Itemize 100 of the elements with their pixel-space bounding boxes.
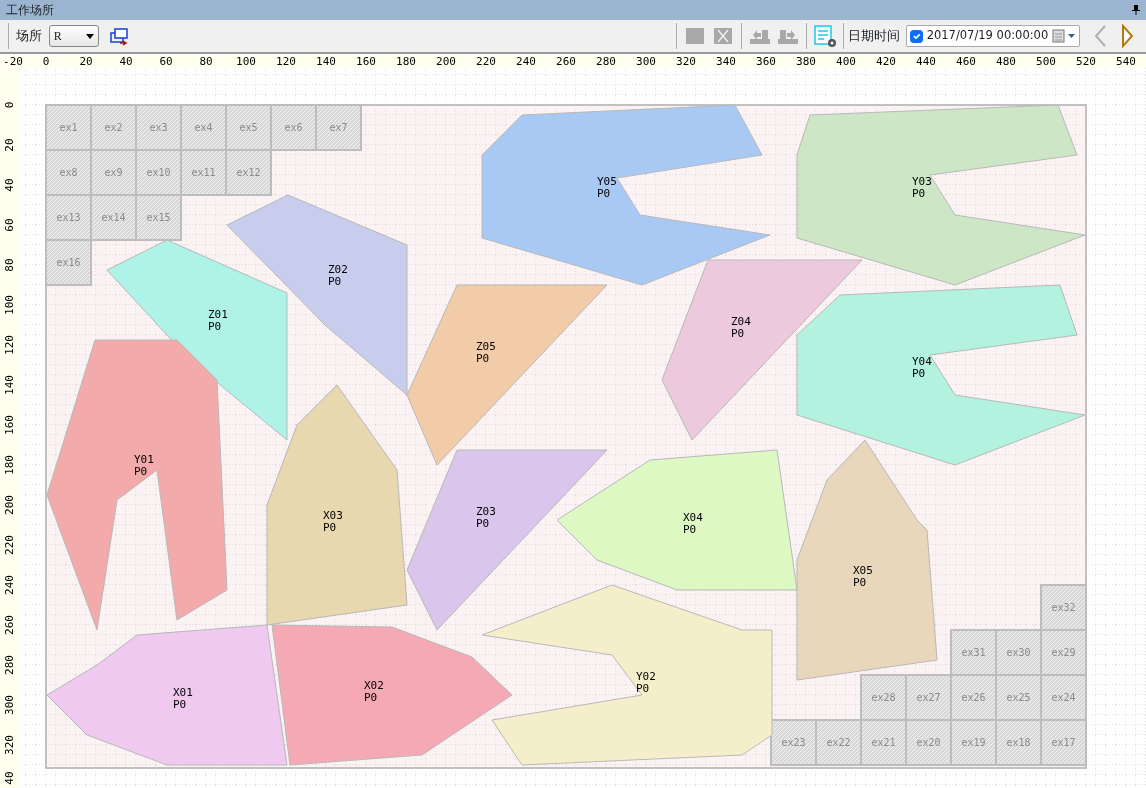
ruler-label: 40 (119, 55, 133, 68)
zone-name: X04 (683, 511, 703, 524)
slot-label: ex1 (59, 122, 78, 133)
zone-name: Z01 (208, 308, 228, 321)
slot-label: ex31 (961, 647, 986, 658)
ruler-label: 140 (316, 55, 336, 68)
zone-sub-label: P0 (173, 698, 187, 711)
zone-polygon[interactable] (556, 449, 798, 591)
slot-tile[interactable] (135, 194, 182, 241)
slot-tile[interactable] (770, 719, 817, 766)
zone-sub-label: P0 (683, 523, 697, 536)
ruler-label: 460 (956, 55, 976, 68)
zone-polygon[interactable] (481, 584, 773, 766)
document-gear-icon (812, 24, 837, 48)
slot-label: ex3 (149, 122, 168, 133)
ruler-label: 500 (1036, 55, 1056, 68)
slot-label: ex7 (329, 122, 348, 133)
ruler-label: 260 (556, 55, 576, 68)
zone-polygon[interactable] (106, 239, 288, 441)
slot-tile[interactable] (995, 674, 1042, 721)
zone-polygon[interactable] (796, 284, 1086, 466)
panel-title: 工作场所 (6, 2, 54, 19)
slot-tile[interactable] (180, 104, 227, 151)
zone-polygon[interactable] (46, 624, 288, 766)
zone-polygon[interactable] (661, 259, 863, 441)
slot-tile[interactable] (135, 104, 182, 151)
slot-tile[interactable] (860, 674, 907, 721)
slot-tile[interactable] (90, 149, 137, 196)
slot-label: ex24 (1051, 692, 1076, 703)
zone-polygon[interactable] (796, 104, 1086, 286)
ruler-label: 480 (996, 55, 1016, 68)
slot-tile[interactable] (90, 104, 137, 151)
zone-sub-label: P0 (323, 521, 337, 534)
ruler-label: 220 (476, 55, 496, 68)
slot-tile[interactable] (995, 629, 1042, 676)
slot-tile[interactable] (45, 194, 92, 241)
slot-tile[interactable] (1040, 584, 1087, 631)
zone-name: Y05 (597, 175, 617, 188)
slot-tile[interactable] (225, 104, 272, 151)
slot-tile[interactable] (45, 149, 92, 196)
slot-tile[interactable] (815, 719, 862, 766)
site-dropdown[interactable]: R (48, 25, 99, 47)
slot-tile[interactable] (1040, 719, 1087, 766)
slot-tile[interactable] (950, 629, 997, 676)
zone-name: X01 (173, 686, 193, 699)
slot-label: ex4 (194, 122, 213, 133)
slot-tile[interactable] (90, 194, 137, 241)
slot-tile[interactable] (1040, 629, 1087, 676)
zone-polygon[interactable] (271, 624, 513, 766)
ruler-label: -20 (3, 55, 23, 68)
zone-polygon[interactable] (46, 339, 228, 631)
zone-name: Z03 (476, 505, 496, 518)
slot-tile[interactable] (905, 674, 952, 721)
zone-polygon[interactable] (226, 194, 408, 396)
slot-tile[interactable] (950, 719, 997, 766)
slot-tile[interactable] (270, 104, 317, 151)
ruler-label: 100 (3, 295, 16, 315)
slot-tile[interactable] (135, 149, 182, 196)
caret-icon (85, 33, 94, 39)
slot-tile[interactable] (315, 104, 362, 151)
ruler-label: 120 (276, 55, 296, 68)
ruler-label: 440 (916, 55, 936, 68)
zone-polygon[interactable] (266, 384, 408, 626)
ruler-label: 40 (3, 178, 16, 192)
ruler-label: 140 (3, 375, 16, 395)
zone-sub-label: P0 (364, 691, 378, 704)
ruler-label: 160 (3, 415, 16, 435)
slot-tile[interactable] (995, 719, 1042, 766)
pin-icon[interactable] (1132, 5, 1140, 15)
ruler-label: 240 (3, 575, 16, 595)
slot-label: ex6 (284, 122, 303, 133)
calendar-dropdown-icon[interactable] (1051, 29, 1076, 43)
slot-tile[interactable] (225, 149, 272, 196)
slot-tile[interactable] (905, 719, 952, 766)
zone-polygon[interactable] (406, 449, 608, 631)
datetime-field[interactable]: 2017/07/19 00:00:00 (906, 25, 1080, 47)
slot-tile[interactable] (45, 104, 92, 151)
zone-polygon[interactable] (406, 284, 608, 466)
slot-tile[interactable] (1040, 674, 1087, 721)
slot-label: ex17 (1051, 737, 1076, 748)
slot-tile[interactable] (180, 149, 227, 196)
slot-label: ex30 (1006, 647, 1031, 658)
zone-name: Y03 (912, 175, 932, 188)
zone-polygon[interactable] (796, 439, 938, 681)
zone-sub-label: P0 (476, 352, 490, 365)
ruler-label: 280 (596, 55, 616, 68)
datetime-label: 日期时间 (847, 27, 900, 46)
slot-label: ex25 (1006, 692, 1031, 703)
ruler-label: 320 (676, 55, 696, 68)
ruler-label: 0 (42, 55, 50, 68)
ruler-label: 300 (3, 695, 16, 715)
slot-label: ex16 (56, 257, 81, 268)
zone-polygon[interactable] (481, 104, 771, 286)
slot-tile[interactable] (45, 239, 92, 286)
zone-name: X05 (853, 564, 873, 577)
slot-tile[interactable] (860, 719, 907, 766)
slot-tile[interactable] (950, 674, 997, 721)
datetime-checkbox[interactable] (910, 29, 924, 43)
slot-label: ex20 (916, 737, 941, 748)
slot-label: ex11 (191, 167, 216, 178)
